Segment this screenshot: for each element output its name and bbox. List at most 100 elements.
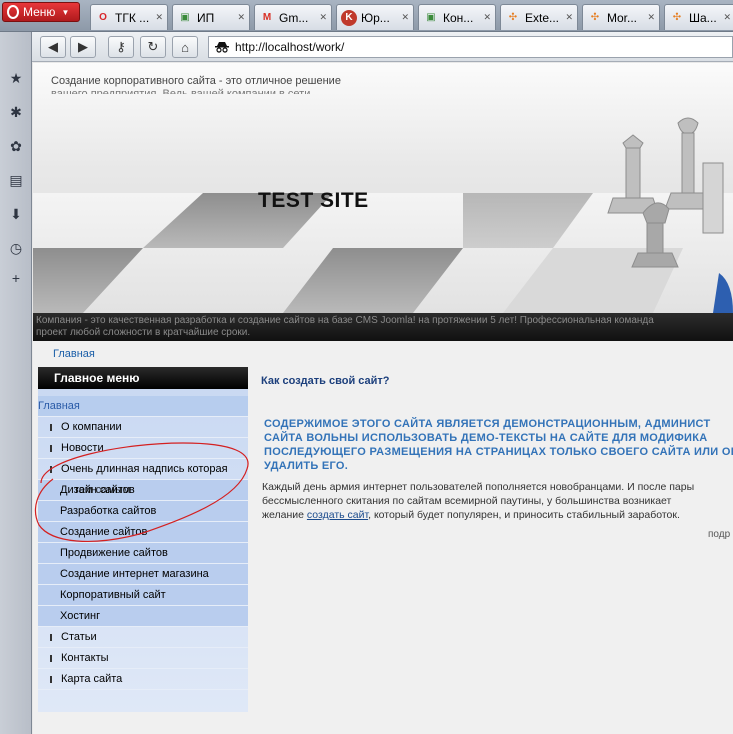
- menu-item[interactable]: Контакты: [38, 648, 248, 669]
- forward-button[interactable]: ▶: [70, 36, 96, 58]
- opera-icon: [7, 5, 19, 19]
- notice-line: ПОСЛЕДУЮЩЕГО РАЗМЕЩЕНИЯ НА СТРАНИЦАХ ТОЛ…: [264, 446, 733, 458]
- browser-tab-bar: Меню ▼ O ТГК ... ✕ ▣ ИП ✕ M Gm... ✕ K Юр... ✕ ▣ Кон..…: [0, 0, 733, 32]
- header-description-band: Компания - это качественная разработка и…: [33, 313, 733, 341]
- menu-item-label: Карта сайта: [61, 673, 123, 685]
- body-text: желание: [262, 509, 307, 521]
- body-line: Каждый день армия интернет пользователей…: [262, 481, 695, 493]
- joomla-icon: ✣: [672, 12, 682, 23]
- site-header: Создание корпоративного сайта - это отли…: [33, 63, 733, 313]
- add-panel-icon[interactable]: +: [8, 270, 24, 286]
- menu-item[interactable]: Главная: [38, 396, 248, 417]
- menu-item[interactable]: Новости: [38, 438, 248, 459]
- browser-tab[interactable]: ✣ Exte... ✕: [500, 4, 578, 30]
- tab-label: Gm...: [279, 10, 309, 25]
- menu-bullet-icon: [50, 423, 52, 431]
- address-toolbar: ◀ ▶ ⚷ ↻ ⌂ http://localhost/work/: [32, 32, 733, 62]
- close-tab-icon[interactable]: ✕: [401, 12, 409, 23]
- menu-item[interactable]: Статьи: [38, 627, 248, 648]
- close-tab-icon[interactable]: ✕: [723, 12, 731, 23]
- browser-tab[interactable]: ▣ Кон... ✕: [418, 4, 496, 30]
- opera-menu-button[interactable]: Меню ▼: [2, 2, 80, 22]
- opera-icon: O: [99, 12, 107, 23]
- article-notice: СОДЕРЖИМОЕ ЭТОГО САЙТА ЯВЛЯЕТСЯ ДЕМОНСТР…: [264, 417, 733, 473]
- menu-item-label: О компании: [61, 421, 122, 433]
- key-icon: ⚷: [116, 39, 126, 54]
- breadcrumb[interactable]: Главная: [53, 348, 95, 360]
- menu-item-label: Хостинг: [60, 610, 101, 622]
- gmail-icon: M: [262, 12, 272, 23]
- menu-item[interactable]: Создание интернет магазина: [38, 564, 248, 585]
- menu-bullet-icon: [50, 675, 52, 683]
- body-line: желание создать сайт, который будет попу…: [262, 508, 733, 522]
- browser-tab[interactable]: ▣ ИП ✕: [172, 4, 250, 30]
- page-icon: ▣: [426, 12, 436, 23]
- menu-item[interactable]: Продвижение сайтов: [38, 543, 248, 564]
- joomla-icon: ✣: [508, 12, 518, 23]
- menu-item[interactable]: Очень длинная надпись которая: [38, 459, 248, 480]
- header-slogan-cut: вашего предприятия. Ведь вашей компании …: [51, 88, 311, 94]
- menu-item[interactable]: О компании: [38, 417, 248, 438]
- address-field[interactable]: http://localhost/work/: [208, 36, 733, 58]
- close-tab-icon[interactable]: ✕: [483, 12, 491, 23]
- chess-pieces-image: [607, 117, 733, 313]
- notes-icon[interactable]: ▤: [8, 172, 24, 188]
- article-title[interactable]: Как создать свой сайт?: [261, 375, 390, 387]
- tab-label: Exte...: [525, 10, 560, 25]
- url-text: http://localhost/work/: [235, 40, 345, 54]
- back-arrow-icon: ◀: [48, 39, 58, 54]
- menu-item[interactable]: Разработка сайтов: [38, 501, 248, 522]
- main-menu-heading: Главное меню: [38, 367, 248, 389]
- browser-tab[interactable]: ✣ Mor... ✕: [582, 4, 660, 30]
- menu-item[interactable]: Карта сайта: [38, 669, 248, 690]
- menu-bullet-icon: [50, 444, 52, 452]
- menu-item[interactable]: Дизайн сайтов тем самым: [38, 480, 248, 501]
- header-slogan: Создание корпоративного сайта - это отли…: [51, 75, 341, 87]
- back-button[interactable]: ◀: [40, 36, 66, 58]
- menu-item-label: Контакты: [61, 652, 109, 664]
- home-button[interactable]: ⌂: [172, 36, 198, 58]
- browser-tab[interactable]: M Gm... ✕: [254, 4, 332, 30]
- joomla-icon: ✣: [590, 12, 600, 23]
- main-menu: Главное меню Главная О компании Новости Оче…: [38, 367, 248, 712]
- browser-tab[interactable]: ✣ Ша... ✕: [664, 4, 733, 30]
- close-tab-icon[interactable]: ✕: [647, 12, 655, 23]
- wand-button[interactable]: ⚷: [108, 36, 134, 58]
- browser-tab[interactable]: K Юр... ✕: [336, 4, 414, 30]
- menu-item[interactable]: Корпоративный сайт: [38, 585, 248, 606]
- opera-side-panel: ★ ✱ ✿ ▤ ⬇ ◷ +: [0, 32, 32, 734]
- menu-item[interactable]: Создание сайтов: [38, 522, 248, 543]
- menu-bullet-icon: [50, 633, 52, 641]
- downloads-icon[interactable]: ⬇: [8, 206, 24, 222]
- band-line-2: проект любой сложности в кратчайшие срок…: [36, 327, 251, 338]
- close-tab-icon[interactable]: ✕: [319, 12, 327, 23]
- home-icon: ⌂: [181, 39, 189, 55]
- reload-icon: ↻: [147, 39, 159, 54]
- menu-bullet-icon: [50, 654, 52, 662]
- create-site-link[interactable]: создать сайт: [307, 509, 368, 521]
- close-tab-icon[interactable]: ✕: [237, 12, 245, 23]
- k-icon: K: [341, 9, 357, 26]
- menu-item-label: Статьи: [61, 631, 97, 643]
- read-more-link[interactable]: подр: [708, 529, 730, 540]
- page-viewport[interactable]: Создание корпоративного сайта - это отли…: [33, 63, 733, 734]
- browser-tab[interactable]: O ТГК ... ✕: [90, 4, 168, 30]
- menu-item-label: Создание интернет магазина: [60, 568, 209, 580]
- body-line: бессмысленного скитания по сайтам всемир…: [262, 495, 672, 507]
- menu-item[interactable]: Хостинг: [38, 606, 248, 627]
- article-body: Каждый день армия интернет пользователей…: [262, 480, 733, 522]
- chevron-down-icon: ▼: [61, 7, 70, 17]
- tab-label: Кон...: [443, 10, 474, 25]
- unite-icon[interactable]: ✿: [8, 138, 24, 154]
- widgets-icon[interactable]: ✱: [8, 104, 24, 120]
- tab-label: ТГК ...: [115, 10, 150, 25]
- history-icon[interactable]: ◷: [8, 240, 24, 256]
- close-tab-icon[interactable]: ✕: [155, 12, 163, 23]
- close-tab-icon[interactable]: ✕: [565, 12, 573, 23]
- bookmarks-icon[interactable]: ★: [8, 70, 24, 86]
- reload-button[interactable]: ↻: [140, 36, 166, 58]
- menu-bullet-icon: [50, 465, 52, 473]
- spy-icon: [215, 42, 229, 53]
- notice-line: УДАЛИТЬ ЕГО.: [264, 460, 349, 472]
- menu-item-label: Продвижение сайтов: [60, 547, 168, 559]
